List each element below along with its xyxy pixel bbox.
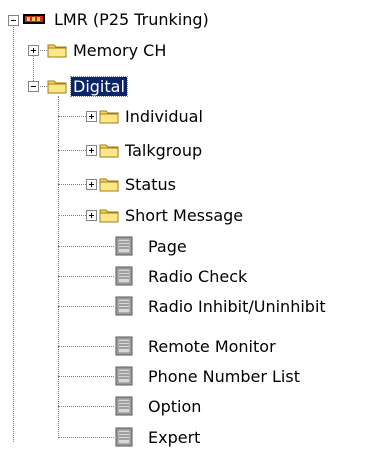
folder-icon bbox=[99, 144, 119, 158]
tree-connector bbox=[58, 246, 114, 247]
tree-node-remote-monitor[interactable]: Remote Monitor bbox=[114, 333, 278, 359]
tree-connector bbox=[58, 346, 114, 347]
tree-node-label: LMR (P25 Trunking) bbox=[54, 9, 209, 29]
document-icon bbox=[115, 427, 133, 447]
folder-open-icon bbox=[47, 80, 67, 94]
tree-node-label: Memory CH bbox=[73, 40, 167, 60]
tree-node-individual[interactable]: Individual bbox=[99, 103, 205, 129]
tree-node-label: Talkgroup bbox=[125, 140, 203, 160]
document-icon bbox=[115, 296, 133, 316]
document-icon bbox=[115, 336, 133, 356]
tree-node-radio-check[interactable]: Radio Check bbox=[114, 263, 249, 289]
tree-connector bbox=[58, 184, 88, 185]
tree-connector bbox=[58, 116, 88, 117]
tree-node-label: Option bbox=[148, 396, 202, 416]
tree-node-label: Status bbox=[125, 174, 176, 194]
tree-connector bbox=[13, 22, 14, 442]
tree-node-memory-ch[interactable]: Memory CH bbox=[47, 37, 168, 63]
collapse-toggle[interactable] bbox=[8, 15, 19, 26]
expand-toggle[interactable] bbox=[28, 45, 39, 56]
tree-node-expert[interactable]: Expert bbox=[114, 424, 202, 450]
tree-node-label: Expert bbox=[148, 427, 201, 447]
tree-node-label: Remote Monitor bbox=[148, 336, 276, 356]
document-icon bbox=[115, 236, 133, 256]
folder-icon bbox=[99, 178, 119, 192]
tree-connector bbox=[58, 215, 88, 216]
tree-node-phone-number-list[interactable]: Phone Number List bbox=[114, 363, 302, 389]
tree-node-label: Individual bbox=[125, 106, 203, 126]
expand-toggle[interactable] bbox=[86, 210, 97, 221]
tree-node-label: Radio Inhibit/Uninhibit bbox=[148, 296, 326, 316]
tree-connector bbox=[58, 437, 114, 438]
tree-node-short-message[interactable]: Short Message bbox=[99, 202, 245, 228]
tree-node-talkgroup[interactable]: Talkgroup bbox=[99, 137, 204, 163]
expand-toggle[interactable] bbox=[86, 179, 97, 190]
tree-node-root[interactable]: LMR (P25 Trunking) bbox=[22, 6, 211, 32]
folder-icon bbox=[99, 110, 119, 124]
document-icon bbox=[115, 396, 133, 416]
tree-node-label: Radio Check bbox=[148, 266, 248, 286]
tree-view[interactable]: LMR (P25 Trunking) Memory CH Digital Ind… bbox=[0, 0, 390, 453]
document-icon bbox=[115, 266, 133, 286]
tree-node-radio-inhibit[interactable]: Radio Inhibit/Uninhibit bbox=[114, 293, 328, 319]
tree-node-label: Digital bbox=[70, 75, 128, 97]
tree-node-label: Short Message bbox=[125, 205, 244, 225]
folder-icon bbox=[47, 44, 67, 58]
tree-connector bbox=[58, 406, 114, 407]
tree-node-page[interactable]: Page bbox=[114, 233, 189, 259]
tree-connector bbox=[58, 96, 59, 438]
tree-connector bbox=[58, 306, 114, 307]
expand-toggle[interactable] bbox=[86, 111, 97, 122]
tree-connector bbox=[58, 276, 114, 277]
tree-node-label: Page bbox=[148, 236, 187, 256]
tree-connector bbox=[58, 150, 88, 151]
tree-connector bbox=[58, 376, 114, 377]
expand-toggle[interactable] bbox=[86, 145, 97, 156]
tree-node-option[interactable]: Option bbox=[114, 393, 203, 419]
folder-icon bbox=[99, 209, 119, 223]
collapse-toggle[interactable] bbox=[28, 81, 39, 92]
document-icon bbox=[115, 366, 133, 386]
tree-node-label: Phone Number List bbox=[148, 366, 300, 386]
tree-node-status[interactable]: Status bbox=[99, 171, 178, 197]
tree-node-digital[interactable]: Digital bbox=[47, 73, 128, 99]
radio-device-icon bbox=[23, 14, 45, 24]
